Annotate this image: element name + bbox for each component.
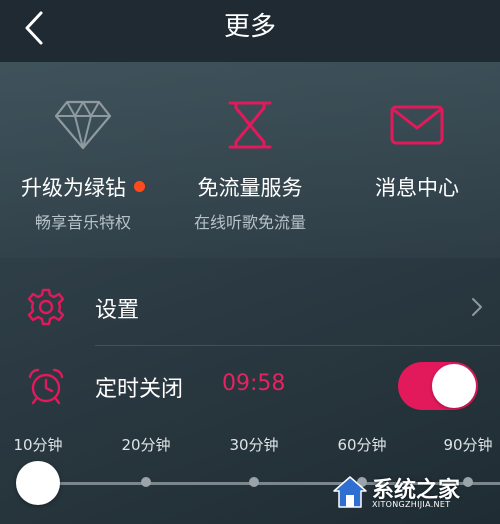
list-divider bbox=[95, 345, 500, 346]
toggle-knob bbox=[432, 364, 476, 408]
sleep-timer-label: 定时关闭 bbox=[95, 377, 184, 402]
slider-thumb[interactable] bbox=[16, 461, 60, 505]
feature-grid: 升级为绿钻 畅享音乐特权 免流量服务 在线听歌免流量 消息中心 bbox=[0, 62, 500, 258]
gear-icon bbox=[27, 288, 65, 326]
message-center-card[interactable]: 消息中心 bbox=[334, 62, 500, 258]
tick-label-20: 20分钟 bbox=[121, 436, 171, 454]
page-title: 更多 bbox=[223, 12, 276, 42]
chevron-right-icon bbox=[472, 298, 482, 316]
diamond-icon bbox=[54, 100, 112, 150]
tick-label-90: 90分钟 bbox=[443, 436, 493, 454]
watermark-url: XITONGZHIJIA.NET bbox=[372, 500, 451, 509]
feature-subtitle: 畅享音乐特权 bbox=[34, 213, 131, 232]
feature-subtitle: 在线听歌免流量 bbox=[193, 213, 306, 232]
sleep-timer-row: 定时关闭 09:58 bbox=[0, 350, 500, 420]
tick-dot[interactable] bbox=[249, 477, 259, 487]
settings-row[interactable]: 设置 bbox=[0, 276, 500, 338]
notification-dot bbox=[134, 181, 145, 192]
tick-label-30: 30分钟 bbox=[229, 436, 279, 454]
envelope-icon bbox=[390, 105, 444, 145]
feature-title: 升级为绿钻 bbox=[21, 176, 126, 200]
tick-label-10: 10分钟 bbox=[13, 436, 63, 454]
watermark: 系统之家 XITONGZHIJIA.NET bbox=[332, 470, 492, 518]
sleep-timer-toggle[interactable] bbox=[398, 362, 478, 410]
alarm-clock-icon bbox=[28, 368, 64, 405]
hourglass-icon bbox=[228, 101, 272, 149]
house-logo-icon bbox=[333, 476, 367, 508]
tick-dot[interactable] bbox=[141, 477, 151, 487]
upgrade-green-diamond-card[interactable]: 升级为绿钻 畅享音乐特权 bbox=[0, 62, 166, 258]
feature-title: 免流量服务 bbox=[197, 176, 303, 200]
countdown-value: 09:58 bbox=[222, 371, 286, 396]
data-free-service-card[interactable]: 免流量服务 在线听歌免流量 bbox=[167, 62, 333, 258]
feature-title: 消息中心 bbox=[375, 176, 459, 200]
settings-label: 设置 bbox=[95, 298, 140, 323]
top-bar: 更多 bbox=[0, 0, 500, 62]
tick-label-60: 60分钟 bbox=[337, 436, 387, 454]
